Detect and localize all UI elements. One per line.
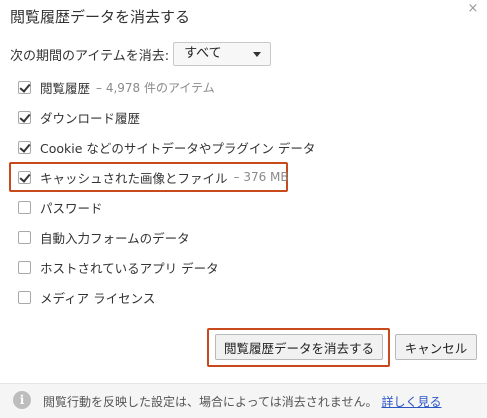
- checkbox[interactable]: [18, 200, 31, 214]
- checkbox[interactable]: [18, 140, 31, 154]
- time-range-row: 次の期間のアイテムを消去: すべて: [10, 42, 272, 66]
- info-icon: i: [13, 391, 31, 409]
- option-label: ホストされているアプリ データ: [40, 260, 219, 276]
- option-label: メディア ライセンス: [40, 290, 156, 306]
- checkbox[interactable]: [18, 80, 31, 94]
- option-label: キャッシュされた画像とファイル: [40, 170, 228, 186]
- chevron-down-icon: [253, 52, 262, 57]
- time-range-label: 次の期間のアイテムを消去:: [10, 48, 170, 64]
- footer-note: 閲覧行動を反映した設定は、場合によっては消去されません。 詳しく見る: [43, 393, 441, 410]
- close-icon[interactable]: ×: [466, 2, 480, 16]
- checkbox[interactable]: [18, 260, 31, 274]
- option-browsing-history[interactable]: 閲覧履歴 – 4,978 件のアイテム: [18, 77, 215, 97]
- learn-more-link[interactable]: 詳しく見る: [381, 395, 441, 409]
- footer: i 閲覧行動を反映した設定は、場合によっては消去されません。 詳しく見る: [0, 383, 487, 418]
- option-label: ダウンロード履歴: [40, 110, 141, 126]
- clear-data-button[interactable]: 閲覧履歴データを消去する: [215, 334, 383, 360]
- checkbox[interactable]: [18, 230, 31, 244]
- checkbox[interactable]: [18, 290, 31, 304]
- option-passwords[interactable]: パスワード: [18, 197, 103, 217]
- option-cached-images[interactable]: キャッシュされた画像とファイル – 376 MB: [18, 167, 289, 187]
- option-hosted-app-data[interactable]: ホストされているアプリ データ: [18, 257, 219, 277]
- footer-text: 閲覧行動を反映した設定は、場合によっては消去されません。: [43, 395, 378, 409]
- option-cookies[interactable]: Cookie などのサイトデータやプラグイン データ: [18, 137, 315, 157]
- checkbox[interactable]: [18, 110, 31, 124]
- option-media-licenses[interactable]: メディア ライセンス: [18, 287, 155, 307]
- option-download-history[interactable]: ダウンロード履歴: [18, 107, 140, 127]
- time-range-value: すべて: [184, 46, 222, 61]
- option-detail: – 376 MB: [233, 170, 289, 184]
- dialog-title: 閲覧履歴データを消去する: [10, 8, 191, 26]
- option-detail: – 4,978 件のアイテム: [96, 80, 215, 95]
- option-label: 自動入力フォームのデータ: [40, 230, 190, 246]
- checkbox[interactable]: [18, 170, 31, 184]
- option-label: パスワード: [40, 200, 103, 216]
- cancel-button[interactable]: キャンセル: [395, 334, 477, 360]
- time-range-select[interactable]: すべて: [173, 42, 272, 66]
- option-label: 閲覧履歴: [40, 80, 91, 96]
- option-label: Cookie などのサイトデータやプラグイン データ: [40, 140, 316, 156]
- option-autofill[interactable]: 自動入力フォームのデータ: [18, 227, 190, 247]
